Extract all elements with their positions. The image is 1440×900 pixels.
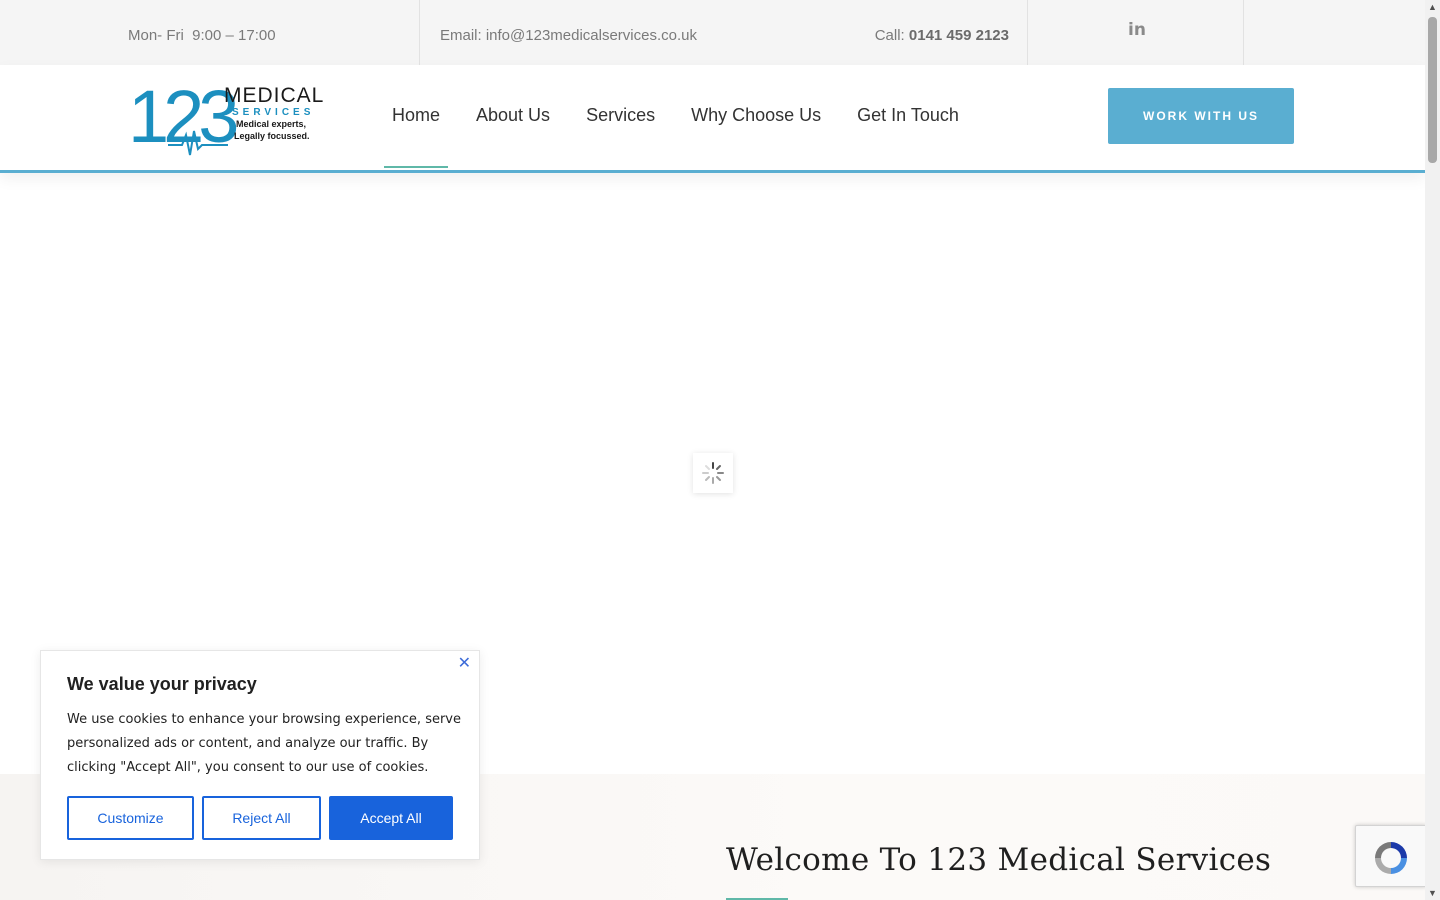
nav-about-us[interactable]: About Us bbox=[468, 65, 558, 170]
nav-home[interactable]: Home bbox=[384, 65, 449, 170]
spinner-icon bbox=[702, 462, 724, 484]
accept-all-button[interactable]: Accept All bbox=[329, 796, 453, 840]
scroll-up-icon[interactable]: ▲ bbox=[1428, 2, 1437, 12]
call-label: Call: bbox=[874, 27, 905, 44]
page-scrollbar[interactable]: ▲ ▼ bbox=[1425, 0, 1440, 900]
opening-hours: Mon- Fri 9:00 – 17:00 bbox=[128, 27, 276, 44]
divider bbox=[419, 0, 420, 65]
main-nav: Home About Us Services Why Choose Us Get… bbox=[384, 65, 987, 170]
email-link[interactable]: Email: info@123medicalservices.co.uk bbox=[440, 27, 697, 44]
scroll-thumb[interactable] bbox=[1428, 17, 1437, 163]
phone-link[interactable]: Call: 0141 459 2123 bbox=[875, 27, 1009, 44]
reject-all-button[interactable]: Reject All bbox=[202, 796, 321, 840]
linkedin-icon[interactable]: in bbox=[1128, 20, 1146, 40]
recaptcha-badge[interactable] bbox=[1355, 825, 1427, 887]
nav-services[interactable]: Services bbox=[578, 65, 663, 170]
site-header: 123 MEDICAL SERVICES Medical experts, Le… bbox=[0, 65, 1425, 173]
work-with-us-button[interactable]: WORK WITH US bbox=[1108, 88, 1294, 144]
scroll-down-icon[interactable]: ▼ bbox=[1428, 888, 1437, 898]
site-logo[interactable]: 123 MEDICAL SERVICES Medical experts, Le… bbox=[128, 77, 323, 157]
logo-word: MEDICAL bbox=[224, 84, 325, 107]
divider bbox=[1027, 0, 1028, 65]
cookie-text: We use cookies to enhance your browsing … bbox=[67, 712, 461, 775]
nav-why-choose-us[interactable]: Why Choose Us bbox=[683, 65, 829, 170]
logo-tagline: Medical experts, bbox=[236, 119, 307, 129]
customize-button[interactable]: Customize bbox=[67, 796, 194, 840]
top-bar: Mon- Fri 9:00 – 17:00 Email: info@123med… bbox=[0, 0, 1425, 65]
recaptcha-icon bbox=[1375, 842, 1407, 874]
divider bbox=[1243, 0, 1244, 65]
loading-spinner bbox=[693, 453, 733, 493]
heartbeat-icon bbox=[168, 130, 228, 156]
welcome-heading: Welcome To 123 Medical Services bbox=[726, 842, 1272, 878]
logo-sub: SERVICES bbox=[232, 107, 315, 118]
logo-tagline: Legally focussed. bbox=[234, 131, 310, 141]
cookie-banner: ✕ We value your privacy We use cookies t… bbox=[40, 650, 480, 860]
close-icon[interactable]: ✕ bbox=[458, 653, 471, 673]
phone-number: 0141 459 2123 bbox=[908, 27, 1009, 44]
nav-get-in-touch[interactable]: Get In Touch bbox=[849, 65, 967, 170]
cookie-title: We value your privacy bbox=[67, 674, 257, 694]
